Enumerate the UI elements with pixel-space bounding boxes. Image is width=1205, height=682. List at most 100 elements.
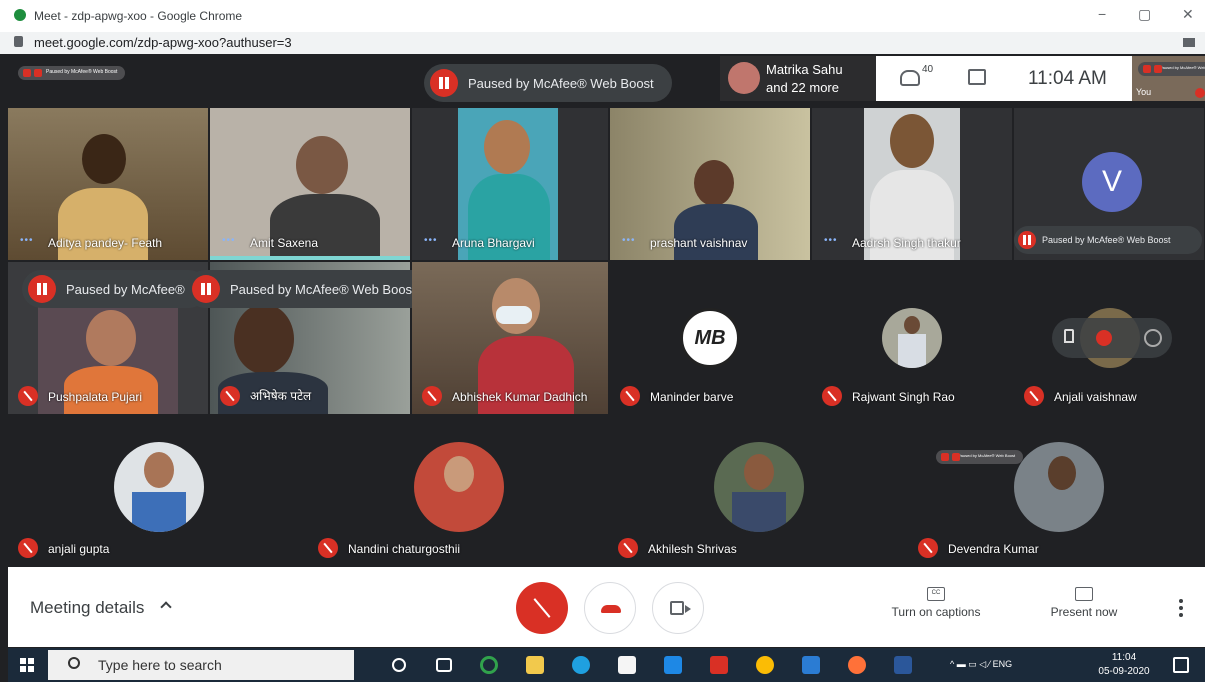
speaking-bar: [210, 256, 410, 260]
participant-name: Aditya pandey- Feath: [48, 236, 163, 250]
system-tray[interactable]: ^ ▬ ▭ ◁ ⁄ ENG: [950, 659, 1012, 670]
participant-tile[interactable]: anjali gupta: [8, 416, 308, 566]
tile-hover-controls[interactable]: [1052, 318, 1172, 358]
person-head: [82, 134, 126, 184]
people-count: 40: [922, 64, 934, 75]
chevron-up-icon[interactable]: [160, 601, 172, 613]
participant-tile[interactable]: Paused by McAfee® \ Pushpalata Pujari: [8, 262, 208, 414]
person-head: [234, 304, 294, 374]
speaking-indicator-icon: •••: [622, 235, 636, 246]
minimize-button[interactable]: −: [1098, 6, 1106, 22]
participant-tile[interactable]: MB Maninder barve: [610, 262, 810, 414]
participant-tile[interactable]: Anjali vaishnaw: [1014, 262, 1204, 414]
participant-tile[interactable]: Rajwant Singh Rao: [812, 262, 1012, 414]
firefox-icon[interactable]: [848, 656, 866, 674]
self-view-tile[interactable]: Paused by McAfee® Web Boost You: [1132, 56, 1205, 101]
mic-off-icon: [1024, 386, 1044, 406]
task-view-icon[interactable]: [436, 658, 452, 672]
maximize-button[interactable]: ▢: [1138, 6, 1151, 23]
edge-icon[interactable]: [572, 656, 590, 674]
paused-banner: Paused by McAfee® Web Boost: [186, 270, 434, 308]
address-bar[interactable]: meet.google.com/zdp-apwg-xoo?authuser=3: [0, 32, 1205, 54]
word-icon[interactable]: [894, 656, 912, 674]
clock-time: 11:04: [1111, 652, 1137, 663]
chrome-icon[interactable]: [756, 656, 774, 674]
avatar: [714, 442, 804, 532]
cast-icon[interactable]: [1183, 38, 1195, 47]
face-mask: [496, 306, 532, 324]
paused-banner[interactable]: Paused by McAfee® Web Boost: [424, 64, 672, 102]
participant-name: prashant vaishnav: [650, 236, 748, 250]
cortana-icon[interactable]: [392, 658, 406, 672]
participants-line1: Matrika Sahu: [766, 62, 843, 77]
participants-chip[interactable]: Matrika Sahu and 22 more: [720, 56, 880, 101]
windows-start-icon[interactable]: [20, 658, 34, 672]
participant-tile[interactable]: ••• prashant vaishnav: [610, 108, 810, 260]
store-icon[interactable]: [618, 656, 636, 674]
participant-tile[interactable]: Nandini chaturgosthii: [308, 416, 608, 566]
participant-name: Devendra Kumar: [948, 542, 1039, 556]
paused-banner-text: Paused by McAfee® Web Boost: [230, 281, 416, 297]
person-body: [674, 204, 758, 260]
app-icon-1[interactable]: [480, 656, 498, 674]
meeting-time: 11:04 AM: [1028, 68, 1107, 89]
participant-tile[interactable]: Abhishek Kumar Dadhich: [412, 262, 608, 414]
present-now-button[interactable]: Present now: [1042, 587, 1126, 619]
self-paused-badge: Paused by McAfee® Web Boost: [1138, 62, 1205, 76]
person-head: [296, 136, 348, 194]
leave-call-button[interactable]: [584, 582, 636, 634]
captions-button[interactable]: CC Turn on captions: [886, 587, 986, 619]
participant-tile[interactable]: ••• Aditya pandey- Feath: [8, 108, 208, 260]
taskbar-search-box[interactable]: Type here to search: [48, 650, 354, 680]
mic-off-icon: [422, 386, 442, 406]
mail-icon[interactable]: [802, 656, 820, 674]
mic-off-icon: [318, 538, 338, 558]
avatar: [114, 442, 204, 532]
lock-icon: [14, 36, 23, 47]
url-text[interactable]: meet.google.com/zdp-apwg-xoo?authuser=3: [34, 35, 292, 50]
search-placeholder: Type here to search: [98, 657, 222, 673]
participant-name: Abhishek Kumar Dadhich: [452, 390, 588, 404]
mic-off-icon: [220, 386, 240, 406]
participant-tile[interactable]: ••• Amit Saxena: [210, 108, 410, 260]
chat-icon[interactable]: [968, 69, 986, 85]
participant-tile[interactable]: ••• Aadrsh Singh thakur: [812, 108, 1012, 260]
meeting-details-button[interactable]: Meeting details: [30, 598, 144, 618]
participant-name: Rajwant Singh Rao: [852, 390, 955, 404]
paused-banner: Paused by McAfee® Web Boost: [936, 450, 1024, 464]
language-indicator[interactable]: ENG: [993, 659, 1013, 669]
search-icon: [68, 657, 80, 669]
mute-icon[interactable]: [1096, 330, 1112, 346]
bottom-control-bar: Meeting details CC Turn on captions Pres…: [8, 567, 1205, 647]
app-icon-l[interactable]: [664, 656, 682, 674]
mic-toggle-button[interactable]: [516, 582, 568, 634]
participant-name: anjali gupta: [48, 542, 110, 556]
close-button[interactable]: ✕: [1182, 6, 1194, 23]
people-icon[interactable]: [900, 70, 920, 86]
taskbar-clock[interactable]: 11:04 05-09-2020: [1092, 651, 1156, 679]
self-label: You: [1136, 87, 1152, 97]
present-icon: [1075, 587, 1093, 601]
pause-icon: [192, 275, 220, 303]
remove-icon[interactable]: [1144, 329, 1162, 347]
participant-tile[interactable]: Paused by McAfee® Web Boost Devendra Kum…: [908, 416, 1204, 566]
notification-icon[interactable]: [1173, 657, 1189, 673]
captions-label: Turn on captions: [891, 605, 981, 619]
mic-off-icon: [918, 538, 938, 558]
pin-icon[interactable]: [1064, 329, 1074, 343]
mic-off-icon: [18, 386, 38, 406]
participant-tile[interactable]: Akhilesh Shrivas: [608, 416, 908, 566]
file-explorer-icon[interactable]: [526, 656, 544, 674]
participant-name: अभिषेक पटेल: [250, 389, 312, 403]
camera-toggle-button[interactable]: [652, 582, 704, 634]
more-options-icon[interactable]: [1179, 599, 1183, 620]
mic-off-icon: [620, 386, 640, 406]
participant-name: Akhilesh Shrivas: [648, 542, 737, 556]
participant-tile[interactable]: ••• Aruna Bhargavi: [412, 108, 608, 260]
participant-tile[interactable]: V Paused by McAfee® Web Boost: [1014, 108, 1204, 260]
paused-banner: Paused by McAfee® Web Boost: [1014, 226, 1202, 254]
participant-name: Pushpalata Pujari: [48, 390, 143, 404]
windows-taskbar: Type here to search ^ ▬ ▭ ◁ ⁄ ENG 11:04 …: [8, 648, 1205, 682]
mcafee-icon[interactable]: [710, 656, 728, 674]
speaking-indicator-icon: •••: [424, 235, 438, 246]
